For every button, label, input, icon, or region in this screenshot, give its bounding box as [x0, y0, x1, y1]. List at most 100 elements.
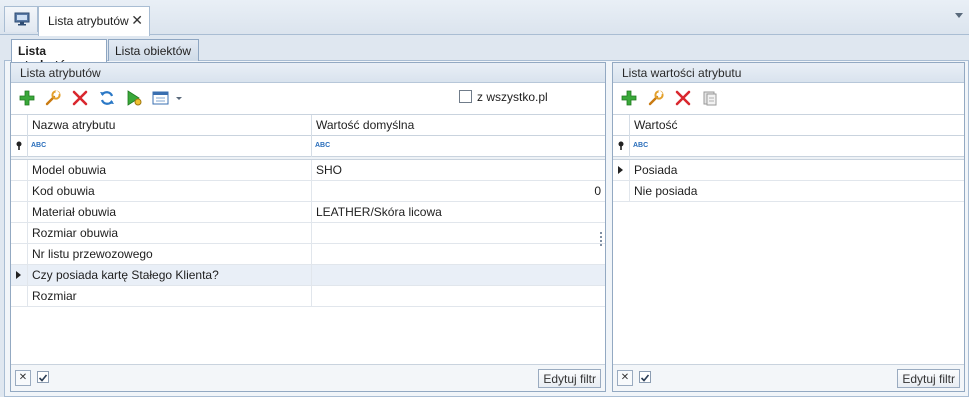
cell-wartosc	[311, 265, 605, 286]
row-indicator	[613, 181, 629, 202]
grid-footer: ✕ Edytuj filtr	[11, 364, 605, 391]
table-row[interactable]: Nr listu przewozowego	[11, 244, 605, 265]
filter-row: ABC ABC	[11, 136, 605, 157]
chevron-down-icon[interactable]	[955, 13, 963, 18]
table-row[interactable]: Model obuwia SHO	[11, 160, 605, 181]
column-header-nazwa[interactable]: Nazwa atrybutu	[27, 115, 311, 136]
cell-nazwa: Rozmiar obuwia	[27, 223, 311, 244]
add-button[interactable]	[18, 89, 36, 107]
filter-enabled-checkbox[interactable]	[37, 371, 49, 383]
values-grid: Wartość ABC Posiada Nie posiada	[613, 114, 964, 202]
plus-icon	[19, 90, 35, 106]
run-button[interactable]	[125, 89, 143, 107]
copy-button[interactable]	[701, 89, 719, 107]
delete-button[interactable]	[71, 89, 89, 107]
toolbar	[613, 83, 964, 113]
play-icon	[127, 90, 142, 106]
table-row[interactable]: Rozmiar	[11, 286, 605, 307]
home-tab[interactable]	[4, 6, 38, 32]
checkmark-icon	[640, 374, 650, 382]
refresh-button[interactable]	[98, 89, 116, 107]
row-indicator	[11, 265, 27, 286]
table-row[interactable]: Rozmiar obuwia	[11, 223, 605, 244]
attributes-panel: Lista atrybutów z wszystko.pl Nazwa atry…	[10, 62, 606, 392]
wrench-icon	[648, 90, 664, 106]
cell-nazwa: Czy posiada kartę Stałego Klienta?	[27, 265, 311, 286]
cell-wartosc: Nie posiada	[629, 181, 964, 202]
monitor-icon	[14, 12, 30, 26]
filter-key-icon	[16, 141, 22, 150]
document-tab-title: Lista atrybutów	[48, 14, 129, 28]
filter-row: ABC	[613, 136, 964, 157]
row-indicator	[11, 223, 27, 244]
cell-nazwa: Model obuwia	[27, 160, 311, 181]
edit-filter-button[interactable]: Edytuj filtr	[897, 369, 960, 388]
filter-key-icon	[618, 141, 624, 150]
delete-x-icon	[72, 90, 88, 106]
abc-filter-icon: ABC	[633, 142, 649, 149]
cell-wartosc: LEATHER/Skóra licowa	[311, 202, 605, 223]
column-header-wartosc[interactable]: Wartość domyślna	[311, 115, 605, 136]
panel-title: Lista wartości atrybutu	[613, 63, 964, 83]
cell-nazwa: Nr listu przewozowego	[27, 244, 311, 265]
cell-nazwa: Rozmiar	[27, 286, 311, 307]
cell-wartosc	[311, 286, 605, 307]
add-button[interactable]	[620, 89, 638, 107]
row-indicator	[11, 202, 27, 223]
cell-wartosc: SHO	[311, 160, 605, 181]
current-row-arrow-icon	[618, 166, 623, 174]
table-row[interactable]: Kod obuwia 0	[11, 181, 605, 202]
close-tab-icon[interactable]: ✕	[131, 12, 143, 29]
current-row-arrow-icon	[16, 271, 21, 279]
copy-icon	[703, 91, 717, 106]
cell-wartosc: 0	[311, 181, 605, 202]
cell-wartosc: Posiada	[629, 160, 964, 181]
row-indicator	[11, 160, 27, 181]
refresh-icon	[100, 91, 114, 105]
plus-icon	[621, 90, 637, 106]
clear-filter-button[interactable]: ✕	[617, 370, 633, 386]
attributes-grid: Nazwa atrybutu Wartość domyślna ABC ABC …	[11, 114, 605, 307]
delete-x-icon	[675, 90, 691, 106]
delete-button[interactable]	[674, 89, 692, 107]
table-row[interactable]: Materiał obuwia LEATHER/Skóra licowa	[11, 202, 605, 223]
grid-header: Wartość	[613, 115, 964, 136]
edit-filter-button[interactable]: Edytuj filtr	[538, 369, 601, 388]
filter-enabled-checkbox[interactable]	[639, 371, 651, 383]
view-options-icon	[152, 91, 182, 105]
view-options-button[interactable]	[152, 89, 182, 107]
panel-splitter[interactable]	[600, 232, 603, 248]
wszystko-checkbox[interactable]: z wszystko.pl	[459, 90, 548, 104]
checkbox-label: z wszystko.pl	[477, 90, 548, 104]
filter-cell-nazwa[interactable]: ABC	[27, 136, 311, 157]
wrench-icon	[45, 90, 61, 106]
abc-filter-icon: ABC	[31, 142, 47, 149]
document-tab-strip: Lista atrybutów ✕	[0, 0, 969, 36]
toolbar: z wszystko.pl	[11, 83, 605, 113]
panel-title: Lista atrybutów	[11, 63, 605, 83]
abc-filter-icon: ABC	[315, 142, 331, 149]
row-indicator	[613, 160, 629, 181]
checkmark-icon	[38, 374, 48, 382]
edit-button[interactable]	[44, 89, 62, 107]
grid-header: Nazwa atrybutu Wartość domyślna	[11, 115, 605, 136]
tab-lista-atrybutow[interactable]: Lista atrybutów	[11, 39, 107, 72]
grid-footer: ✕ Edytuj filtr	[613, 364, 964, 391]
table-row[interactable]: Posiada	[613, 160, 964, 181]
checkbox-box[interactable]	[459, 90, 472, 103]
cell-wartosc	[311, 244, 605, 265]
tab-label: Lista obiektów	[115, 44, 192, 58]
table-row[interactable]: Nie posiada	[613, 181, 964, 202]
row-indicator	[11, 286, 27, 307]
cell-wartosc	[311, 223, 605, 244]
document-tab[interactable]: Lista atrybutów ✕	[38, 6, 150, 36]
edit-button[interactable]	[647, 89, 665, 107]
table-row-selected[interactable]: Czy posiada kartę Stałego Klienta?	[11, 265, 605, 286]
clear-filter-button[interactable]: ✕	[15, 370, 31, 386]
tab-lista-obiektow[interactable]: Lista obiektów	[108, 39, 199, 61]
filter-cell-wartosc[interactable]: ABC	[629, 136, 964, 157]
column-header-wartosc[interactable]: Wartość	[629, 115, 964, 136]
filter-cell-wartosc[interactable]: ABC	[311, 136, 605, 157]
cell-nazwa: Kod obuwia	[27, 181, 311, 202]
attribute-values-panel: Lista wartości atrybutu Wartość ABC Posi…	[612, 62, 965, 392]
